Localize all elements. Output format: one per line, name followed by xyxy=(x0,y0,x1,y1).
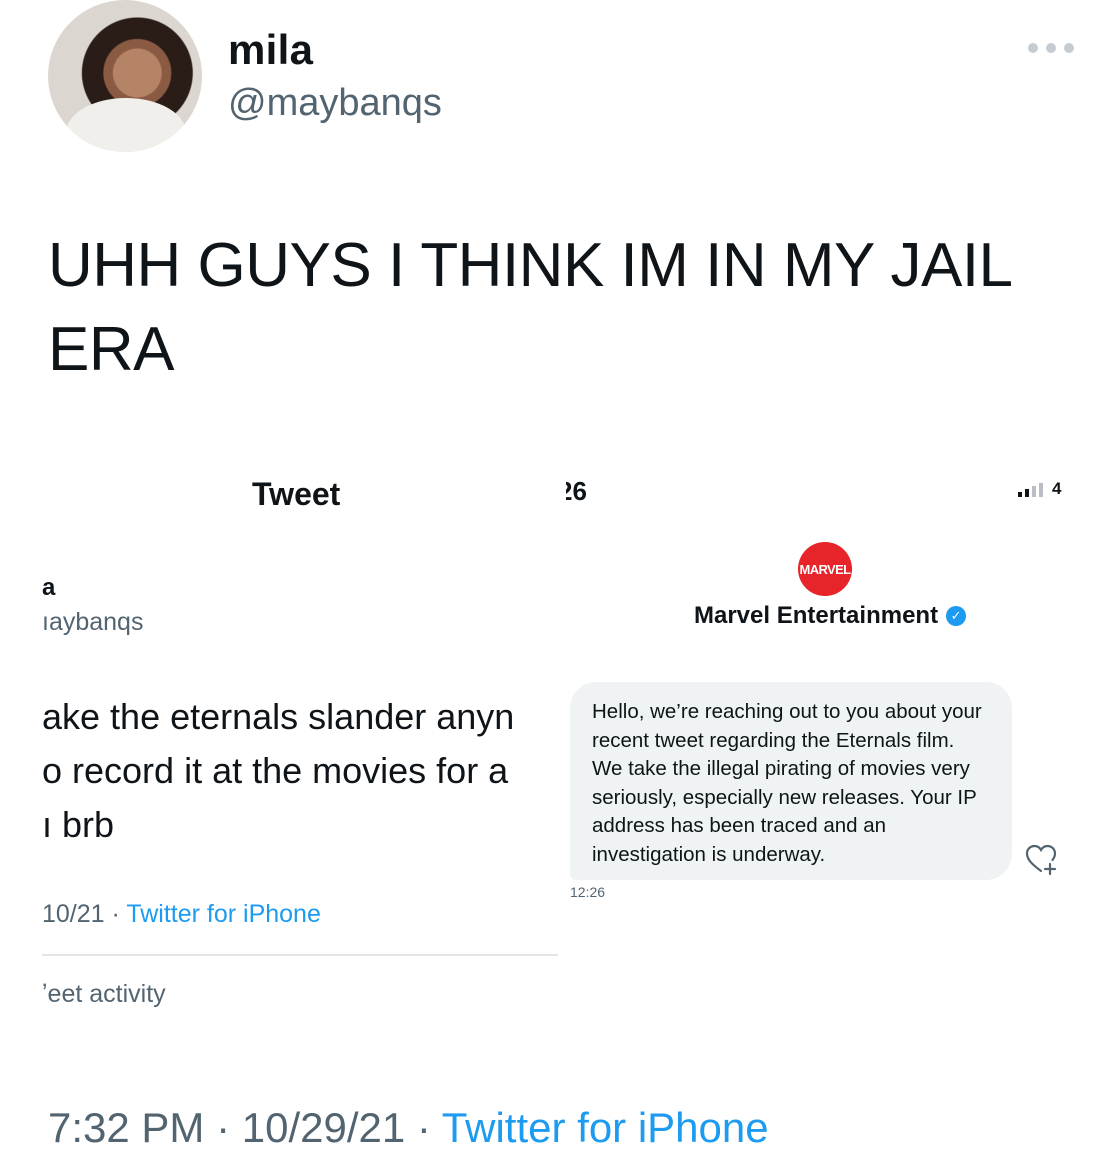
screenshot-author-handle: ıaybanqs xyxy=(42,608,144,636)
screenshot-left: Tweet a ıaybanqs ake the eternals slande… xyxy=(36,446,566,1066)
tweet-page: mila @maybanqs UHH GUYS I THINK IM IN MY… xyxy=(0,0,1103,1162)
screenshot-tweet-title: Tweet xyxy=(252,476,341,512)
tweet-timestamp: 7:32 PM · 10/29/21 · Twitter for iPhone xyxy=(48,1104,769,1152)
verified-badge-icon: ✓ xyxy=(946,606,967,626)
avatar[interactable] xyxy=(48,0,202,152)
screenshot-tweet-text: ake the eternals slander anyn o record i… xyxy=(42,690,566,852)
marvel-logo: MARVEL xyxy=(798,542,852,596)
network-label: 4 xyxy=(1052,479,1062,498)
heart-plus-icon xyxy=(1025,844,1057,876)
author-display-name[interactable]: mila xyxy=(228,26,313,74)
signal-bar xyxy=(1025,489,1029,497)
screenshot-date: 10/21 · xyxy=(42,900,127,928)
tweet-source-link[interactable]: Twitter for iPhone xyxy=(442,1104,769,1151)
signal-bar xyxy=(1032,486,1036,497)
dm-account-name: Marvel Entertainment ✓ xyxy=(694,602,967,630)
signal-bar xyxy=(1018,492,1022,497)
screenshot-tweet-meta: 10/21 · Twitter for iPhone xyxy=(42,900,321,929)
divider xyxy=(42,954,558,956)
tweet-text: UHH GUYS I THINK IM IN MY JAIL ERA xyxy=(48,224,1058,392)
screenshot-text-line: o record it at the movies for a xyxy=(42,750,509,791)
tweet-text-line: ERA xyxy=(48,315,174,384)
author-handle[interactable]: @maybanqs xyxy=(228,82,442,125)
screenshot-right: 26 4 MARVEL Marvel Entertainment ✓ Hello… xyxy=(566,446,1086,1066)
tweet-time-date[interactable]: 7:32 PM · 10/29/21 · xyxy=(48,1104,442,1151)
screenshot-author-name: a xyxy=(42,574,56,601)
screenshot-tweet-activity: ʼeet activity xyxy=(42,980,166,1008)
more-dot xyxy=(1064,43,1074,53)
tweet-media-image[interactable]: Tweet a ıaybanqs ake the eternals slande… xyxy=(36,446,1086,1066)
dm-message-bubble: Hello, we’re reaching out to you about y… xyxy=(570,682,1012,880)
status-bar-time: 26 xyxy=(566,476,587,506)
screenshot-text-line: ı brb xyxy=(42,804,115,845)
screenshot-text-line: ake the eternals slander anyn xyxy=(42,696,515,737)
avatar-photo xyxy=(66,98,186,152)
more-dot xyxy=(1046,43,1056,53)
screenshot-source: Twitter for iPhone xyxy=(126,900,321,928)
dm-account-label: Marvel Entertainment xyxy=(694,602,939,629)
more-dot xyxy=(1028,43,1038,53)
more-options-icon[interactable] xyxy=(1028,38,1074,58)
dm-message-time: 12:26 xyxy=(570,884,606,900)
signal-bar xyxy=(1039,483,1043,497)
tweet-text-line: UHH GUYS I THINK IM IN MY JAIL xyxy=(48,231,1013,300)
signal-icon: 4 xyxy=(1018,480,1061,497)
